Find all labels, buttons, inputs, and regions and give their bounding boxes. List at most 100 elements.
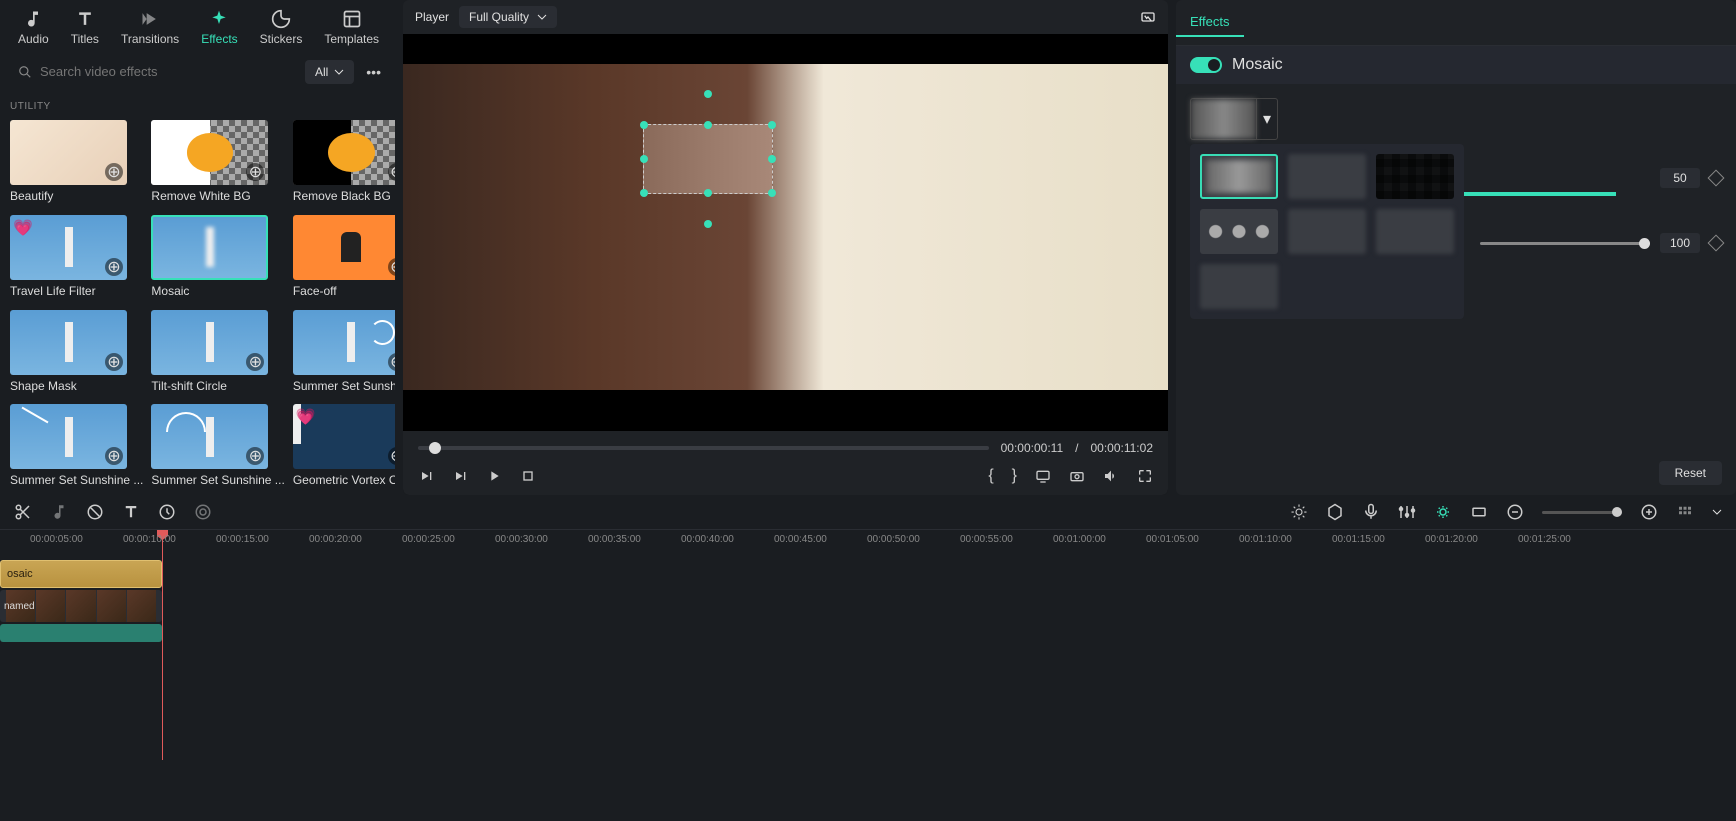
effect-summer-sunshine-1[interactable]: ⊕ Summer Set Sunshine ...	[293, 310, 395, 397]
effect-shape-mask[interactable]: ⊕ Shape Mask	[10, 310, 143, 397]
download-icon: ⊕	[388, 353, 395, 371]
total-time: 00:00:11:02	[1090, 441, 1153, 455]
zoom-slider[interactable]	[1542, 511, 1622, 514]
effect-remove-white-bg[interactable]: ⊕ Remove White BG	[151, 120, 284, 207]
zoom-out-icon[interactable]	[1506, 503, 1524, 521]
sparkle-icon	[209, 9, 229, 29]
marker-icon[interactable]	[1326, 503, 1344, 521]
slider-1-value[interactable]: 50	[1660, 168, 1700, 188]
toggle-label: Mosaic	[1232, 56, 1283, 74]
download-icon: ⊕	[246, 353, 264, 371]
effect-summer-sunshine-2[interactable]: ⊕ Summer Set Sunshine ...	[10, 404, 143, 491]
mosaic-toggle[interactable]	[1190, 57, 1222, 73]
play-icon[interactable]	[486, 468, 502, 484]
volume-icon[interactable]	[1103, 468, 1119, 484]
music-edit-icon[interactable]	[50, 503, 68, 521]
mosaic-option-5[interactable]	[1288, 209, 1366, 254]
mosaic-region[interactable]	[643, 124, 773, 194]
chevron-down-icon[interactable]	[1712, 507, 1722, 517]
mosaic-option-7[interactable]	[1200, 264, 1278, 309]
audio-mixer-icon[interactable]	[1398, 503, 1416, 521]
templates-icon	[342, 9, 362, 29]
cut-icon[interactable]	[14, 503, 32, 521]
mosaic-option-6[interactable]	[1376, 209, 1454, 254]
mark-in-icon[interactable]: {	[988, 467, 993, 485]
mosaic-type-dropdown[interactable]: ▾	[1190, 98, 1278, 140]
slider-2-value[interactable]: 100	[1660, 233, 1700, 253]
text-icon	[75, 9, 95, 29]
keyframe-icon[interactable]	[1708, 170, 1725, 187]
snapshot-icon[interactable]	[1140, 9, 1156, 25]
text-tool-icon[interactable]	[122, 503, 140, 521]
stop-icon[interactable]	[520, 468, 536, 484]
transitions-icon	[140, 9, 160, 29]
quality-dropdown[interactable]: Full Quality	[459, 6, 557, 28]
download-icon: ⊕	[105, 258, 123, 276]
mark-out-icon[interactable]: }	[1012, 467, 1017, 485]
effect-travel-life[interactable]: 💗⊕ Travel Life Filter	[10, 215, 143, 302]
effect-geometric-vortex[interactable]: 💗⊕ Geometric Vortex Ove...	[293, 404, 395, 491]
fullscreen-icon[interactable]	[1137, 468, 1153, 484]
mosaic-option-3[interactable]	[1376, 154, 1454, 199]
effect-beautify[interactable]: ⊕ Beautify	[10, 120, 143, 207]
tab-effects[interactable]: Effects	[191, 5, 247, 50]
mosaic-option-4[interactable]	[1200, 209, 1278, 254]
effect-label: Travel Life Filter	[10, 284, 143, 298]
tab-stickers[interactable]: Stickers	[250, 5, 313, 50]
next-frame-icon[interactable]	[452, 468, 468, 484]
tab-audio[interactable]: Audio	[8, 5, 59, 50]
tab-label: Titles	[71, 32, 99, 46]
adjust-color-icon[interactable]	[1434, 503, 1452, 521]
keyframe-icon[interactable]	[1708, 235, 1725, 252]
tab-label: Stickers	[260, 32, 303, 46]
ruler-tick: 00:00:40:00	[681, 534, 734, 545]
search-box[interactable]	[10, 58, 297, 85]
ruler-tick: 00:00:50:00	[867, 534, 920, 545]
reset-button[interactable]: Reset	[1659, 461, 1722, 485]
aspect-ratio-icon[interactable]	[1470, 503, 1488, 521]
current-time: 00:00:00:11	[1001, 441, 1064, 455]
tab-transitions[interactable]: Transitions	[111, 5, 189, 50]
tab-titles[interactable]: Titles	[61, 5, 109, 50]
effect-label: Shape Mask	[10, 379, 143, 393]
video-preview[interactable]: 00:00:00:11 / 00:00:11:02 { }	[403, 34, 1168, 495]
mosaic-option-2[interactable]	[1288, 154, 1366, 199]
video-clip[interactable]: named	[0, 590, 162, 622]
voiceover-icon[interactable]	[1362, 503, 1380, 521]
zoom-in-icon[interactable]	[1640, 503, 1658, 521]
search-input[interactable]	[40, 64, 289, 79]
timeline-ruler[interactable]: 00:00:05:0000:00:10:0000:00:15:0000:00:2…	[0, 530, 1736, 560]
effect-label: Summer Set Sunshine ...	[151, 473, 284, 487]
speed-icon[interactable]	[158, 503, 176, 521]
camera-icon[interactable]	[1069, 468, 1085, 484]
chevron-down-icon	[537, 12, 547, 22]
effects-tab[interactable]: Effects	[1176, 8, 1244, 37]
ruler-tick: 00:00:35:00	[588, 534, 641, 545]
ruler-tick: 00:00:55:00	[960, 534, 1013, 545]
effect-mosaic[interactable]: Mosaic	[151, 215, 284, 302]
effect-clip[interactable]: osaic	[0, 560, 162, 588]
crop-icon[interactable]	[86, 503, 104, 521]
color-icon[interactable]	[194, 503, 212, 521]
mosaic-option-1[interactable]	[1200, 154, 1278, 199]
effect-face-off[interactable]: ⊕ Face-off	[293, 215, 395, 302]
display-icon[interactable]	[1035, 468, 1051, 484]
tab-templates[interactable]: Templates	[314, 5, 389, 50]
filter-dropdown[interactable]: All	[305, 60, 354, 84]
download-icon: ⊕	[388, 163, 395, 181]
prev-frame-icon[interactable]	[418, 468, 434, 484]
effect-label: Remove Black BG	[293, 189, 395, 203]
effect-summer-sunshine-3[interactable]: ⊕ Summer Set Sunshine ...	[151, 404, 284, 491]
more-menu[interactable]: •••	[362, 60, 385, 84]
render-icon[interactable]	[1290, 503, 1308, 521]
scrubber[interactable]	[418, 446, 989, 450]
effect-label: Summer Set Sunshine ...	[293, 379, 395, 393]
sticker-icon	[271, 9, 291, 29]
audio-clip[interactable]	[0, 624, 162, 642]
effect-tilt-shift[interactable]: ⊕ Tilt-shift Circle	[151, 310, 284, 397]
download-icon: ⊕	[105, 163, 123, 181]
effect-label: Remove White BG	[151, 189, 284, 203]
slider-2[interactable]	[1480, 242, 1650, 245]
track-view-icon[interactable]	[1676, 503, 1694, 521]
effect-remove-black-bg[interactable]: ⊕ Remove Black BG	[293, 120, 395, 207]
